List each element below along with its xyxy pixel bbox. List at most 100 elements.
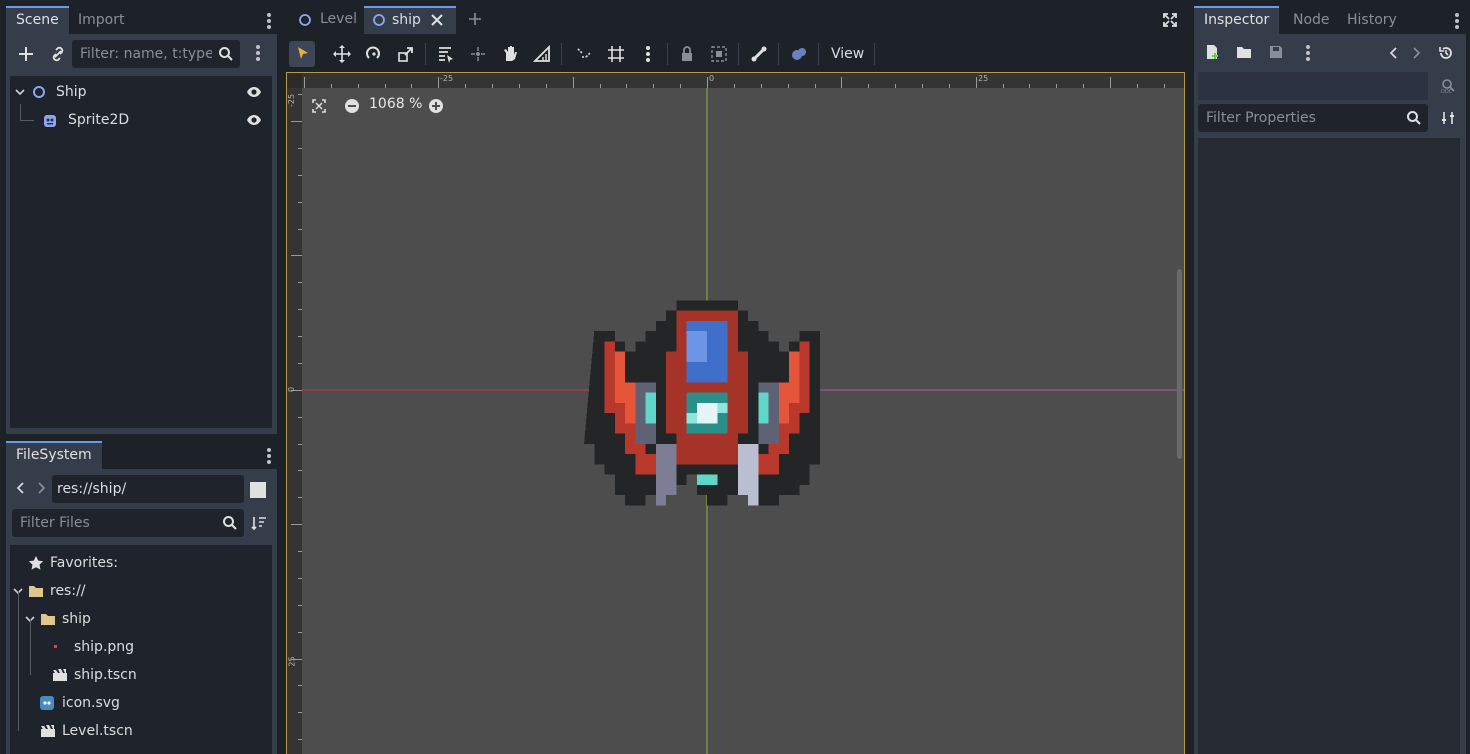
- scene-filter-input[interactable]: [80, 40, 212, 68]
- scene-filter-field[interactable]: [72, 40, 240, 68]
- inspector-panel: Inspector Node History DOC Filter Proper…: [1194, 6, 1466, 754]
- ruler-ticks-h: [304, 77, 1165, 88]
- toolbar-separator: [561, 43, 562, 65]
- tab-history[interactable]: History: [1337, 6, 1407, 34]
- main-editor: Level ship View -25 0 25 -25 0 25 1068 %: [286, 0, 1186, 754]
- pan-mode-button[interactable]: [497, 41, 523, 67]
- tab-node[interactable]: Node: [1283, 6, 1340, 34]
- zoom-level[interactable]: 1068 %: [369, 96, 422, 112]
- scene-options-icon[interactable]: [250, 44, 266, 64]
- ship-sprite[interactable]: [584, 290, 830, 536]
- filesystem-menu-icon[interactable]: [261, 447, 277, 467]
- particles-button[interactable]: [786, 41, 812, 67]
- move-mode-button[interactable]: [329, 41, 355, 67]
- inspector-tools-icon[interactable]: [1440, 110, 1456, 126]
- tree-row-ship[interactable]: Ship: [10, 78, 272, 106]
- path-field[interactable]: res://ship/: [52, 475, 244, 503]
- chevron-down-icon[interactable]: [14, 86, 26, 98]
- select-mode-button[interactable]: [289, 41, 315, 67]
- star-icon: [28, 555, 44, 571]
- scene-tab-ship[interactable]: ship: [364, 6, 456, 34]
- toolbar-separator: [425, 43, 426, 65]
- object-path-field[interactable]: [1198, 72, 1428, 100]
- tab-scene[interactable]: Scene: [6, 6, 69, 34]
- file-label: Favorites:: [50, 555, 118, 571]
- ruler-label: 25: [978, 74, 989, 83]
- toolbar-separator: [818, 43, 819, 65]
- pivot-mode-button[interactable]: [465, 41, 491, 67]
- file-label: ship: [62, 611, 91, 627]
- node2d-icon: [32, 85, 46, 99]
- vertical-scrollbar[interactable]: [1177, 269, 1182, 459]
- visibility-eye-icon[interactable]: [246, 85, 262, 99]
- history-forward-icon[interactable]: [1410, 46, 1422, 60]
- search-icon: [218, 46, 234, 62]
- file-label: Level.tscn: [62, 723, 133, 739]
- grid-snap-button[interactable]: [603, 41, 629, 67]
- canvas-viewport[interactable]: -25 0 25 -25 0 25 1068 %: [286, 72, 1185, 754]
- load-resource-icon[interactable]: [1236, 45, 1252, 59]
- toolbar-separator: [667, 43, 668, 65]
- ruler-label: 0: [709, 74, 715, 83]
- smart-snap-button[interactable]: [571, 41, 597, 67]
- godot-icon: [40, 696, 54, 710]
- files-filter-field[interactable]: [12, 509, 244, 537]
- snap-options-button[interactable]: [635, 41, 661, 67]
- toggle-split-icon[interactable]: [250, 482, 266, 498]
- scene-panel: Scene Import Filter: name, t:type, Ship …: [6, 6, 277, 434]
- node2d-icon: [372, 13, 386, 27]
- ruler-mode-button[interactable]: [529, 41, 555, 67]
- skeleton-button[interactable]: [746, 41, 772, 67]
- horizontal-ruler[interactable]: -25 0 25: [287, 73, 1184, 88]
- center-view-icon[interactable]: [311, 98, 327, 114]
- instance-scene-icon[interactable]: [46, 42, 70, 66]
- canvas-toolbar: View: [286, 36, 1186, 72]
- close-icon[interactable]: [430, 13, 444, 27]
- zoom-in-button[interactable]: [428, 98, 444, 114]
- tree-row-sprite2d[interactable]: Sprite2D: [10, 104, 272, 134]
- history-back-icon[interactable]: [1388, 46, 1400, 60]
- lock-button[interactable]: [674, 41, 700, 67]
- forward-icon[interactable]: [34, 481, 48, 495]
- properties-filter-input[interactable]: [1206, 104, 1400, 132]
- scene-tab-label: ship: [392, 12, 421, 28]
- scene-tab-level[interactable]: Level: [290, 6, 364, 34]
- new-scene-tab-icon[interactable]: [468, 12, 482, 26]
- scale-mode-button[interactable]: [393, 41, 419, 67]
- tab-import[interactable]: Import: [68, 6, 134, 34]
- file-label: ship.tscn: [74, 667, 137, 683]
- toolbar-separator: [778, 43, 779, 65]
- file-label: icon.svg: [62, 695, 120, 711]
- view-menu-button[interactable]: View: [826, 41, 869, 67]
- inspector-panel-menu-icon[interactable]: [1449, 12, 1465, 32]
- ruler-label: -25: [440, 74, 454, 83]
- list-select-button[interactable]: [433, 41, 459, 67]
- vertical-ruler[interactable]: -25 0 25: [287, 73, 302, 754]
- sort-icon[interactable]: [250, 514, 268, 532]
- open-docs-icon[interactable]: DOC: [1440, 78, 1456, 94]
- tab-inspector[interactable]: Inspector: [1194, 6, 1280, 34]
- folder-icon: [28, 584, 44, 598]
- files-filter-input[interactable]: [20, 509, 216, 537]
- new-resource-icon[interactable]: [1204, 44, 1220, 60]
- ruler-ticks-v: [291, 94, 302, 740]
- zoom-out-button[interactable]: [344, 98, 360, 114]
- ruler-corner: [287, 73, 302, 88]
- tab-filesystem[interactable]: FileSystem: [6, 441, 102, 469]
- rotate-mode-button[interactable]: [361, 41, 387, 67]
- add-node-icon[interactable]: [14, 42, 38, 66]
- scene-panel-menu-icon[interactable]: [261, 12, 277, 32]
- sprite2d-icon: [42, 113, 58, 129]
- visibility-eye-icon[interactable]: [246, 113, 262, 127]
- scene-panel-body: Ship Sprite2D: [6, 34, 277, 434]
- group-button[interactable]: [706, 41, 732, 67]
- inspector-options-icon[interactable]: [1300, 44, 1316, 64]
- distraction-free-icon[interactable]: [1163, 13, 1177, 27]
- properties-filter-field[interactable]: [1198, 104, 1428, 132]
- tree-guide-line: [20, 104, 21, 120]
- back-icon[interactable]: [14, 481, 28, 495]
- toolbar-separator: [738, 43, 739, 65]
- inspector-tabbar: Inspector Node History: [1194, 6, 1466, 34]
- save-resource-icon[interactable]: [1268, 44, 1284, 60]
- object-history-icon[interactable]: [1438, 45, 1454, 61]
